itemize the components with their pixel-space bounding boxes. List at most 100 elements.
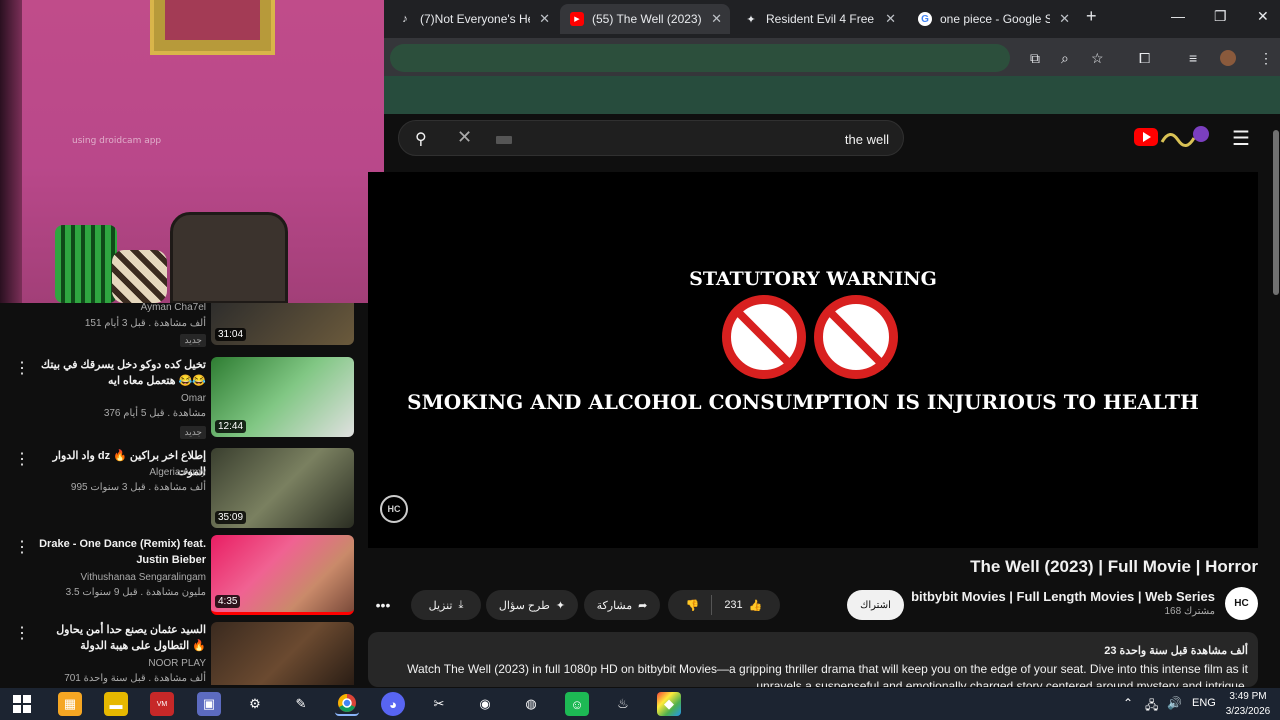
video-thumbnail[interactable]: 31:04	[211, 303, 354, 345]
hamburger-menu-icon[interactable]: ☰	[1232, 126, 1250, 151]
download-button[interactable]: تنزيل ⤓	[411, 590, 481, 620]
download-icon: ⤓	[458, 598, 464, 611]
app-icon[interactable]: ▣	[197, 692, 221, 716]
chrome-menu-icon[interactable]: ⋮	[1259, 50, 1273, 67]
scrollbar-thumb[interactable]	[1273, 130, 1279, 295]
steam-icon[interactable]: ♨	[611, 692, 635, 716]
keyboard-icon[interactable]	[496, 136, 512, 144]
media-control-icon[interactable]: ≡	[1189, 50, 1197, 66]
search-input[interactable]	[519, 127, 889, 151]
webcam-watermark: using droidcam app	[72, 136, 162, 146]
window-close-button[interactable]: ✕	[1257, 8, 1269, 25]
share-icon: ➦	[638, 599, 648, 612]
volume-icon[interactable]: 🔊	[1167, 696, 1182, 710]
network-icon[interactable]: 🖧	[1145, 696, 1158, 717]
channel-name[interactable]: NOOR PLAY	[6, 657, 206, 671]
channel-name[interactable]: Vithushanaa Sengaralingam	[6, 571, 206, 585]
video-thumbnail[interactable]: 35:09	[211, 448, 354, 528]
tab-youtube[interactable]: ▶ (55) The Well (2023) | ✕	[560, 4, 730, 34]
prohibition-slash	[825, 307, 889, 371]
video-title[interactable]: تخيل كده دوكو دخل يسرقك في بيتك هتعمل مع…	[36, 357, 206, 389]
more-options-icon[interactable]: ⋮	[14, 537, 30, 557]
list-item[interactable]: ⋮ 35:09 واد الدوار dz 🔥 إطلاع اخر براكين…	[0, 447, 368, 533]
windows-taskbar: ▦ ▬ VM ▣ ⚙ ✎ ◕ ✂ ◉ ◍ ☺ ♨ ◆ ⌃ 🖧 🔊 ENG 3:4…	[0, 688, 1280, 720]
bookmark-star-icon[interactable]: ☆	[1091, 50, 1104, 67]
close-icon[interactable]: ✕	[539, 11, 550, 27]
sparkle-icon: ✦	[555, 599, 566, 612]
file-explorer-icon[interactable]: ▬	[104, 692, 128, 716]
close-icon[interactable]: ✕	[885, 11, 896, 27]
settings-gear-icon[interactable]: ⚙	[243, 692, 267, 716]
profile-avatar[interactable]	[1220, 50, 1236, 66]
chrome-icon[interactable]	[335, 692, 359, 716]
chevron-up-icon[interactable]: ⌃	[1123, 696, 1133, 710]
voice-mod-icon[interactable]: VM	[150, 692, 174, 716]
paint-icon[interactable]: ✎	[289, 692, 313, 716]
ask-button[interactable]: طرح سؤال ✦	[486, 590, 578, 620]
extensions-icon[interactable]: ⧠	[1139, 50, 1150, 67]
list-item[interactable]: ⋮ 12:44 تخيل كده دوكو دخل يسرقك في بيتك …	[0, 356, 368, 442]
search-box[interactable]: ⚲ ✕	[398, 120, 904, 156]
system-clock[interactable]: 3:49 PM 3/23/2026	[1220, 689, 1276, 719]
like-icon[interactable]: 👍	[749, 599, 763, 612]
channel-name[interactable]: Algeria Army	[6, 466, 206, 480]
more-options-icon[interactable]: ⋮	[14, 623, 30, 643]
video-player[interactable]: STATUTORY WARNING SMOKING AND ALCOHOL CO…	[368, 172, 1258, 548]
channel-name[interactable]: Ayman Cha7el	[6, 303, 206, 315]
zoom-icon[interactable]: ⌕	[1061, 50, 1069, 67]
discord-icon[interactable]: ◕	[381, 692, 405, 716]
list-item[interactable]: 31:04 Ayman Cha7el 151 ألف مشاهدة . قبل …	[0, 303, 368, 353]
youtube-logo[interactable]	[1134, 124, 1214, 150]
like-dislike-bar: 👎 231 👍	[668, 590, 780, 620]
page-scrollbar[interactable]	[1272, 118, 1280, 685]
dislike-icon[interactable]: 👎	[686, 599, 700, 612]
location-icon[interactable]: ◉	[473, 692, 497, 716]
google-icon: G	[918, 12, 932, 26]
windows-start-icon[interactable]	[10, 692, 34, 716]
video-title[interactable]: Drake - One Dance (Remix) feat. Justin B…	[36, 536, 206, 568]
list-item[interactable]: ⋮ 4:35 Drake - One Dance (Remix) feat. J…	[0, 535, 368, 621]
droidcam-icon[interactable]: ◍	[519, 692, 543, 716]
video-title[interactable]: السيد عثمان يصنع حدا أمن يحاول التطاول ع…	[36, 622, 206, 654]
share-button[interactable]: مشاركة ➦	[584, 590, 660, 620]
tab-title: (55) The Well (2023) |	[592, 12, 702, 26]
video-thumbnail[interactable]: 4:35	[211, 535, 354, 615]
channel-avatar[interactable]: HC	[1225, 587, 1258, 620]
search-icon[interactable]: ⚲	[415, 129, 427, 149]
store-icon[interactable]: ▦	[58, 692, 82, 716]
tab-tiktok[interactable]: ♪ (7)Not Everyone's He ✕	[388, 4, 558, 34]
video-meta: 151 ألف مشاهدة . قبل 3 أيام	[84, 318, 206, 329]
tab-resident-evil[interactable]: ✦ Resident Evil 4 Free D ✕	[734, 4, 904, 34]
video-meta: 3.5 مليون مشاهدة . قبل 9 سنوات	[65, 587, 206, 598]
bluestacks-icon[interactable]: ◆	[657, 692, 681, 716]
channel-name[interactable]: bitbybit Movies | Full Length Movies | W…	[905, 589, 1215, 604]
close-icon[interactable]: ✕	[1059, 11, 1070, 27]
browser-toolbar: ⧉ ⌕ ☆ ⧠ ≡ ⋮	[384, 38, 1280, 76]
chat-app-icon[interactable]: ☺	[565, 692, 589, 716]
description-box[interactable]: 23 ألف مشاهدة قبل سنة واحدة Watch The We…	[368, 632, 1258, 687]
tab-google[interactable]: G one piece - Google S ✕	[908, 4, 1078, 34]
new-tab-button[interactable]: +	[1086, 6, 1097, 27]
language-indicator[interactable]: ENG	[1192, 697, 1216, 709]
clear-search-icon[interactable]: ✕	[457, 127, 472, 148]
address-bar[interactable]	[390, 44, 1010, 72]
clock-time: 3:49 PM	[1229, 691, 1267, 702]
tiktok-icon: ♪	[402, 13, 408, 25]
more-actions-icon[interactable]: •••	[369, 590, 397, 620]
rgb-speaker	[55, 225, 117, 303]
tab-title: Resident Evil 4 Free D	[766, 12, 876, 26]
channel-watermark-logo[interactable]: HC	[380, 495, 408, 523]
channel-name[interactable]: Omar	[6, 392, 206, 406]
recommendations-list: 31:04 Ayman Cha7el 151 ألف مشاهدة . قبل …	[0, 303, 368, 685]
new-badge: جديد	[180, 334, 206, 347]
video-thumbnail[interactable]	[211, 622, 354, 685]
subscribe-button[interactable]: اشتراك	[847, 590, 904, 620]
maximize-button[interactable]: ❐	[1214, 8, 1227, 25]
capcut-icon[interactable]: ✂	[427, 692, 451, 716]
minimize-button[interactable]: —	[1171, 8, 1185, 24]
list-item[interactable]: ⋮ السيد عثمان يصنع حدا أمن يحاول التطاول…	[0, 621, 368, 685]
close-icon[interactable]: ✕	[711, 11, 722, 27]
video-thumbnail[interactable]: 12:44	[211, 357, 354, 437]
install-app-icon[interactable]: ⧉	[1030, 50, 1040, 67]
more-options-icon[interactable]: ⋮	[14, 358, 30, 378]
